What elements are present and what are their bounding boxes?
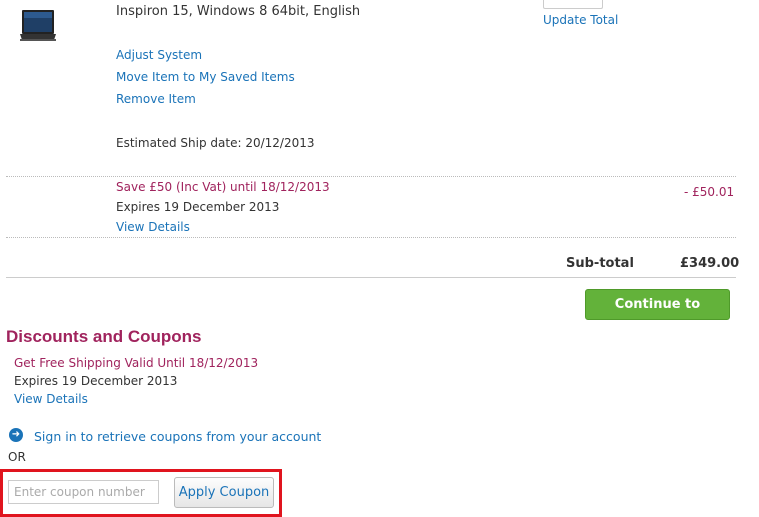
promo-amount: - £50.01 (684, 185, 735, 199)
subtotal-value: £349.00 (680, 256, 740, 271)
divider (6, 237, 736, 238)
move-to-saved-link[interactable]: Move Item to My Saved Items (116, 70, 295, 84)
apply-coupon-button[interactable]: Apply Coupon (174, 477, 274, 508)
estimated-ship-date: Estimated Ship date: 20/12/2013 (116, 136, 315, 150)
update-total-link[interactable]: Update Total (543, 13, 618, 27)
arrow-right-circle-icon[interactable]: ➜ (9, 428, 23, 442)
coupon-input[interactable] (8, 480, 159, 504)
shipping-offer-expires: Expires 19 December 2013 (14, 374, 178, 388)
discounts-title: Discounts and Coupons (6, 327, 202, 346)
laptop-image (20, 0, 56, 64)
continue-to-checkout-button[interactable]: Continue to checkout (585, 289, 730, 342)
divider (6, 277, 736, 278)
promo-title: Save £50 (Inc Vat) until 18/12/2013 (116, 180, 330, 194)
promo-view-details-link[interactable]: View Details (116, 220, 190, 234)
product-title: Inspiron 15, Windows 8 64bit, English (116, 4, 361, 19)
offer-view-details-link[interactable]: View Details (14, 392, 88, 406)
shipping-offer-title: Get Free Shipping Valid Until 18/12/2013 (14, 356, 259, 370)
subtotal-label: Sub-total (566, 256, 634, 271)
quantity-input[interactable] (543, 0, 603, 9)
divider (6, 176, 736, 177)
signin-coupons-link[interactable]: Sign in to retrieve coupons from your ac… (34, 429, 321, 444)
promo-expires: Expires 19 December 2013 (116, 200, 280, 214)
remove-item-link[interactable]: Remove Item (116, 92, 196, 106)
or-separator: OR (8, 450, 26, 464)
adjust-system-link[interactable]: Adjust System (116, 48, 202, 62)
